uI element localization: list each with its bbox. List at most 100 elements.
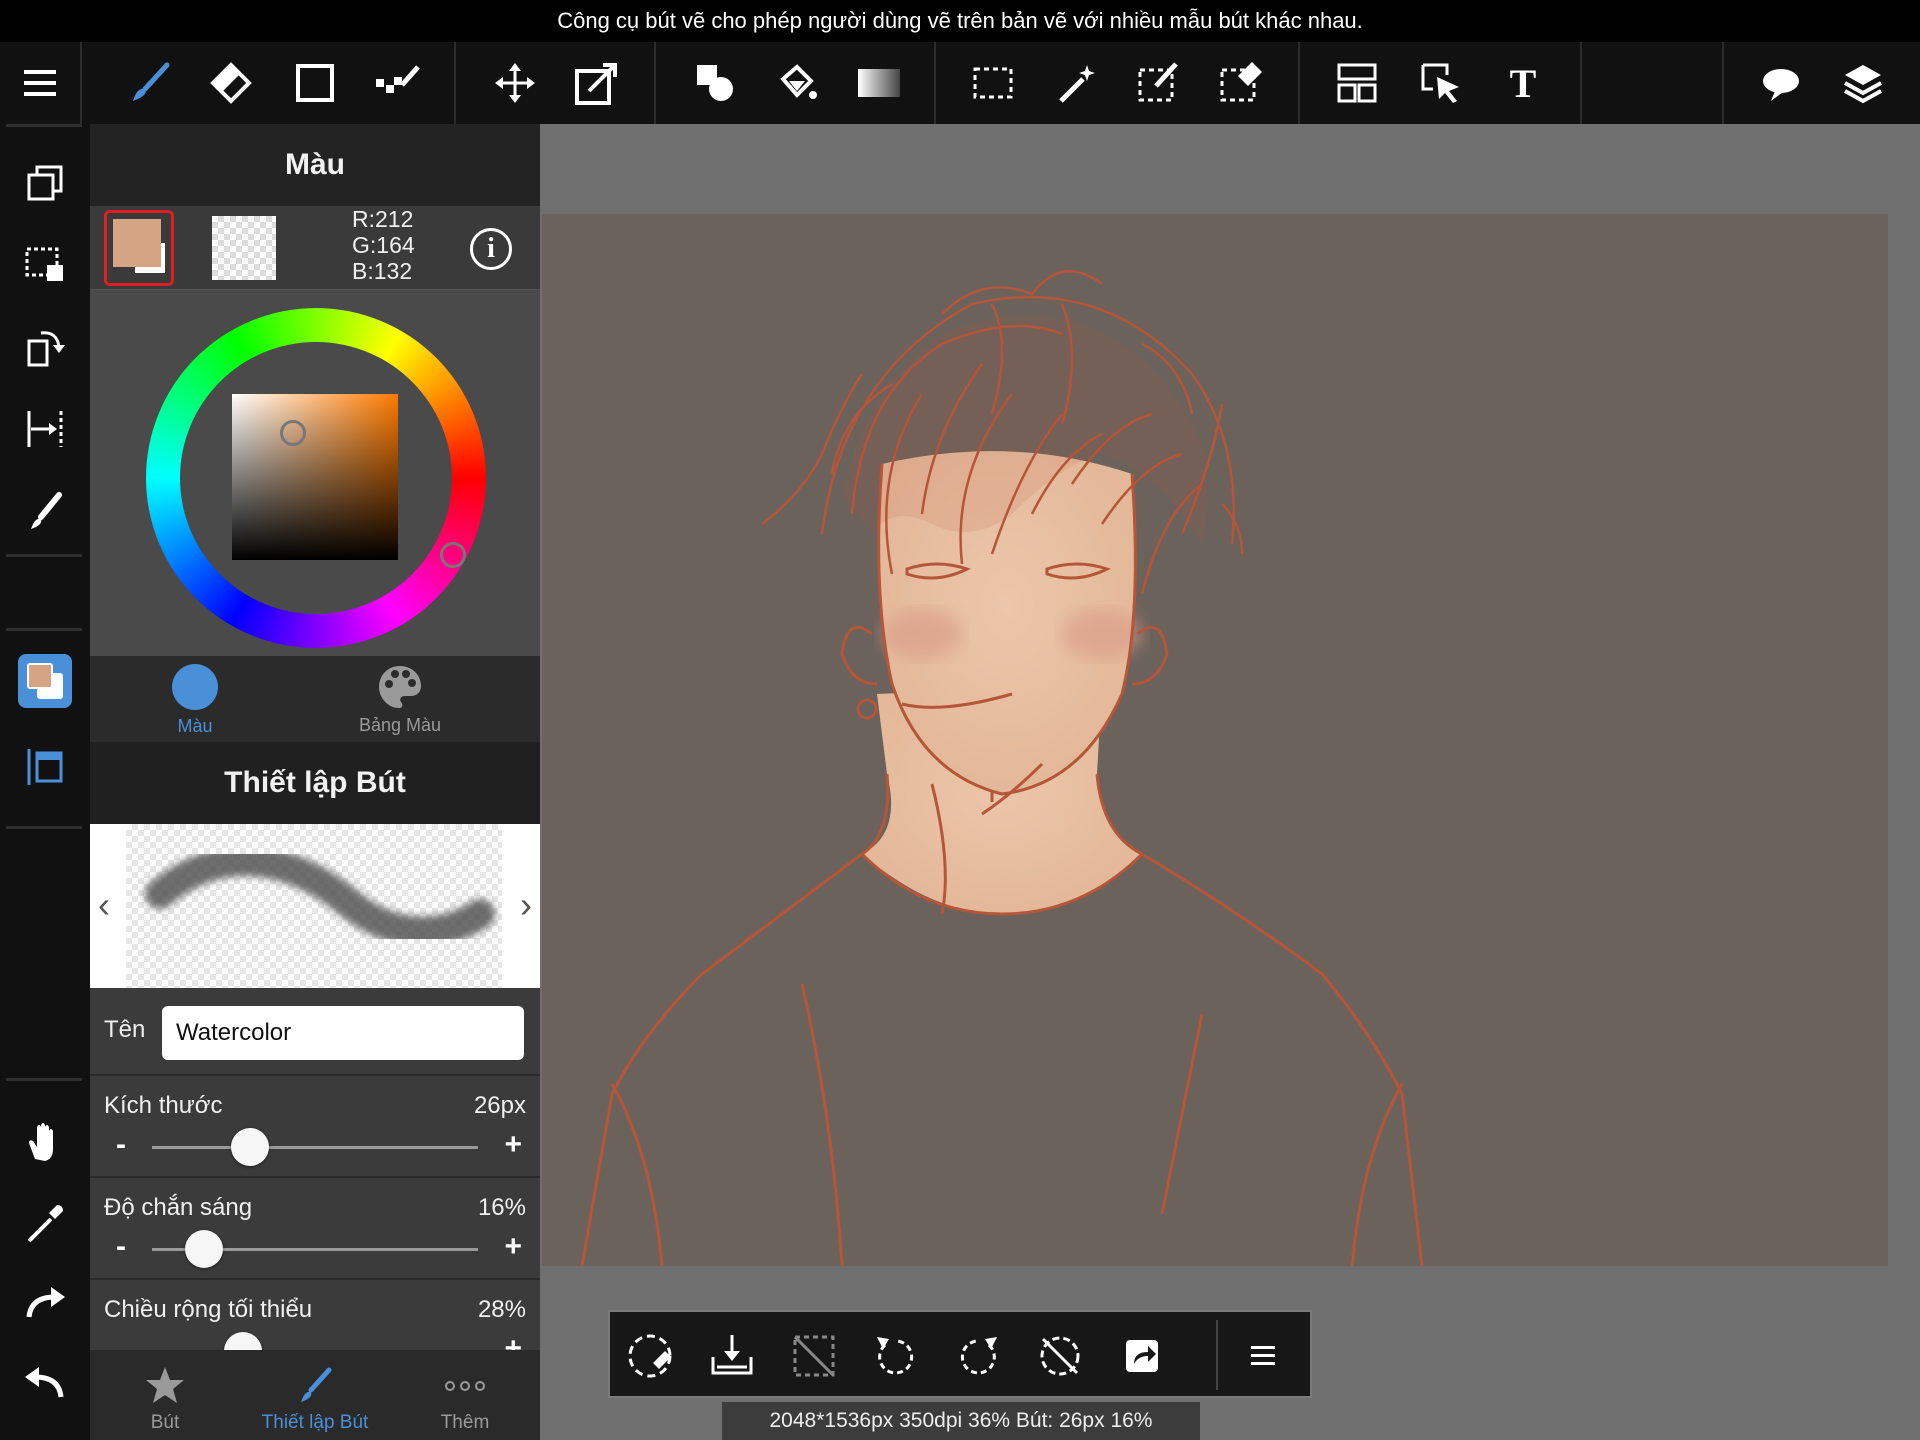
select-eraser-icon[interactable] <box>1212 54 1270 112</box>
tab-color-label: Màu <box>177 716 213 736</box>
transform-tool-icon[interactable] <box>568 54 626 112</box>
star-icon <box>146 1367 184 1403</box>
size-slider-thumb[interactable] <box>230 1128 269 1166</box>
eraser-tool-icon[interactable] <box>202 54 260 112</box>
drawing-canvas[interactable] <box>542 214 1888 1266</box>
select-pen-icon[interactable] <box>1130 54 1188 112</box>
tab-brush-settings-label: Thiết lập Bút <box>261 1412 369 1433</box>
rotate-canvas-icon[interactable] <box>16 318 74 376</box>
primary-color-swatch[interactable] <box>104 210 174 286</box>
eyedropper-icon[interactable] <box>16 1194 74 1252</box>
opacity-minus-button[interactable]: - <box>116 1230 126 1264</box>
tab-brush-settings[interactable]: Thiết lập Bút <box>240 1350 390 1440</box>
select-layer-icon[interactable] <box>1412 54 1470 112</box>
color-tab-icon <box>172 664 218 710</box>
frame-divider-icon[interactable] <box>1328 54 1386 112</box>
brush-preview: ‹ › <box>90 824 540 988</box>
import-icon[interactable] <box>702 1326 762 1386</box>
min-width-plus-button[interactable]: + <box>504 1332 522 1350</box>
rotate-left-icon[interactable] <box>866 1326 926 1386</box>
bucket-icon[interactable] <box>768 54 826 112</box>
flip-icon[interactable] <box>16 400 74 458</box>
opacity-value: 16% <box>477 1194 526 1221</box>
tab-color[interactable]: Màu <box>130 656 260 742</box>
move-tool-icon[interactable] <box>486 54 544 112</box>
size-value: 26px <box>473 1092 526 1119</box>
size-slider-row: Kích thước 26px - + <box>90 1074 540 1176</box>
magic-wand-icon[interactable] <box>1048 54 1106 112</box>
brush-tool-icon[interactable] <box>120 54 178 112</box>
svg-text:T: T <box>1510 63 1537 103</box>
brush-name-field[interactable]: Watercolor <box>162 1006 524 1060</box>
text-tool-icon[interactable]: T <box>1494 54 1552 112</box>
size-slider-track[interactable] <box>152 1146 478 1149</box>
tab-brush-label: Bút <box>150 1412 180 1433</box>
preview-next-icon[interactable]: › <box>520 884 532 926</box>
color-panel-title: Màu <box>90 124 540 206</box>
side-panel: Màu R:212 G:164 B:132 i Màu Bảng Màu Thi… <box>90 124 540 1440</box>
top-toolbar: T <box>0 42 1920 124</box>
min-width-label: Chiều rộng tối thiểu <box>104 1296 313 1323</box>
color-tab-row: Màu Bảng Màu <box>90 656 540 752</box>
size-label: Kích thước <box>104 1092 223 1119</box>
shape-tool-icon[interactable] <box>286 54 344 112</box>
panel-bottom-tabs: Bút Thiết lập Bút Thêm <box>90 1350 540 1440</box>
rgb-r-value: R:212 <box>352 206 414 232</box>
info-icon[interactable]: i <box>470 228 512 270</box>
opacity-slider-thumb[interactable] <box>185 1230 224 1268</box>
saturation-handle[interactable] <box>280 420 306 446</box>
select-rect-icon[interactable] <box>964 54 1022 112</box>
tab-palette-label: Bảng Màu <box>358 715 442 735</box>
tab-palette[interactable]: Bảng Màu <box>320 656 480 742</box>
selection-layer-icon[interactable] <box>16 236 74 294</box>
hand-tool-icon[interactable] <box>16 1112 74 1170</box>
canvas-action-bar <box>608 1310 1312 1398</box>
brush-name-label: Tên <box>104 1016 146 1043</box>
secondary-color-swatch[interactable] <box>212 216 276 280</box>
rotate-off-icon[interactable] <box>1030 1326 1090 1386</box>
canvas-menu-icon[interactable] <box>1236 1326 1296 1386</box>
brush-icon <box>301 1367 332 1402</box>
brush-panel-title: Thiết lập Bút <box>90 742 540 824</box>
tab-more[interactable]: Thêm <box>390 1350 540 1440</box>
rotate-reset-icon[interactable] <box>620 1326 680 1386</box>
fill-shape-icon[interactable] <box>686 54 744 112</box>
dot-tool-icon[interactable] <box>368 54 426 112</box>
palette-icon <box>379 666 421 708</box>
gradient-icon[interactable] <box>850 54 908 112</box>
color-swatch-row: R:212 G:164 B:132 i <box>90 206 540 290</box>
size-plus-button[interactable]: + <box>504 1128 522 1162</box>
min-width-value: 28% <box>477 1296 526 1323</box>
share-icon[interactable] <box>1112 1326 1172 1386</box>
panel-toggle-icon[interactable] <box>16 738 74 796</box>
saturation-square[interactable] <box>232 394 398 560</box>
more-icon <box>445 1381 485 1391</box>
preview-prev-icon[interactable]: ‹ <box>98 884 110 926</box>
opacity-slider-row: Độ chắn sáng 16% - + <box>90 1176 540 1278</box>
rgb-b-value: B:132 <box>352 258 413 284</box>
redo-icon[interactable] <box>16 1274 74 1332</box>
size-minus-button[interactable]: - <box>116 1128 126 1162</box>
menu-icon[interactable] <box>12 54 70 112</box>
tab-brush[interactable]: Bút <box>90 1350 240 1440</box>
undo-icon[interactable] <box>16 1354 74 1412</box>
opacity-label: Độ chắn sáng <box>104 1194 253 1221</box>
opacity-plus-button[interactable]: + <box>504 1230 522 1264</box>
layers-icon[interactable] <box>1834 54 1892 112</box>
hue-handle[interactable] <box>440 542 466 568</box>
left-toolbar <box>0 124 90 1440</box>
artwork <box>580 269 1424 1266</box>
brush-side-icon[interactable] <box>16 482 74 540</box>
color-swatch-icon[interactable] <box>18 654 72 708</box>
rotate-right-icon[interactable] <box>948 1326 1008 1386</box>
deselect-icon[interactable] <box>784 1326 844 1386</box>
copy-layer-icon[interactable] <box>16 154 74 212</box>
brush-name-row: Tên Watercolor <box>90 988 540 1074</box>
min-width-slider-thumb[interactable] <box>224 1332 263 1350</box>
tab-more-label: Thêm <box>440 1412 490 1433</box>
speech-bubble-icon[interactable] <box>1752 54 1810 112</box>
color-wheel-area <box>90 290 540 656</box>
rgb-g-value: G:164 <box>352 232 415 258</box>
caption: Công cụ bút vẽ cho phép người dùng vẽ tr… <box>0 0 1920 42</box>
brush-stroke-preview <box>145 846 495 947</box>
